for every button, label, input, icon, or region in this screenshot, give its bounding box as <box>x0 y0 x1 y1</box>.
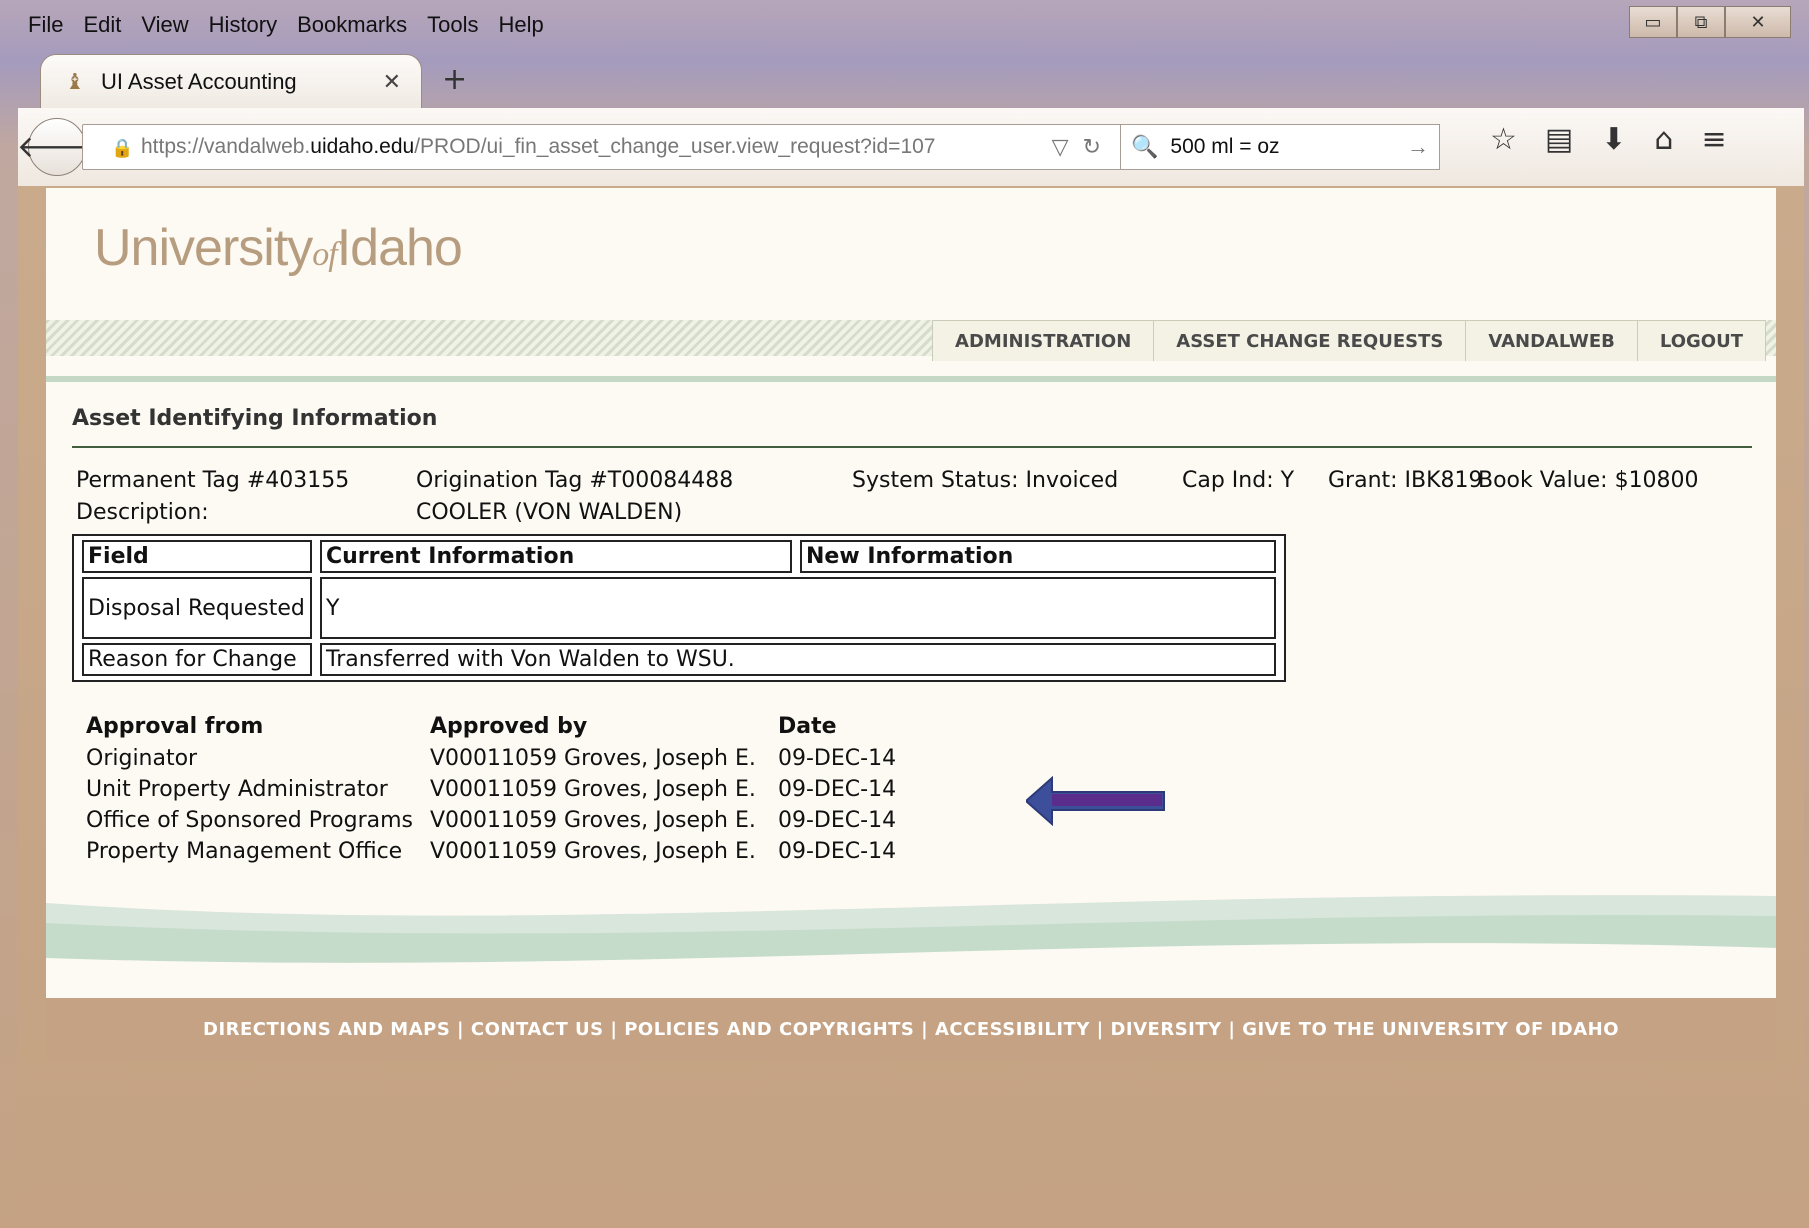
table-header-row: Field Current Information New Informatio… <box>82 540 1276 573</box>
menu-history[interactable]: History <box>199 8 287 44</box>
origination-tag: Origination Tag #T00084488 <box>416 468 734 493</box>
navigation-toolbar: 🡐 🔒 https://vandalweb.uidaho.edu/PROD/ui… <box>17 108 1804 187</box>
favicon-icon: ♝ <box>65 69 85 94</box>
home-icon[interactable]: ⌂ <box>1654 122 1673 157</box>
tab-ui-asset-accounting[interactable]: ♝ UI Asset Accounting ✕ <box>40 54 422 109</box>
header-approved-by: Approved by <box>430 714 588 739</box>
header-rule <box>46 376 1776 382</box>
section-title: Asset Identifying Information <box>72 406 438 431</box>
web-page: UniversityofIdaho ADMINISTRATION ASSET C… <box>46 188 1776 1060</box>
search-input[interactable]: 500 ml = oz <box>1170 135 1279 159</box>
url-text: https://vandalweb.uidaho.edu/PROD/ui_fin… <box>141 135 935 159</box>
toolbar-icons: ☆ ▤ ⬇ ⌂ ≡ <box>1490 122 1727 157</box>
cell-reason: Transferred with Von Walden to WSU. <box>320 643 1276 676</box>
decorative-wave <box>46 895 1776 963</box>
minimize-button[interactable]: ▭ <box>1629 6 1677 38</box>
url-domain: uidaho.edu <box>310 135 415 158</box>
approval-date: 09-DEC-14 <box>778 839 897 864</box>
cap-ind: Cap Ind: Y <box>1182 468 1295 493</box>
menu-view[interactable]: View <box>131 8 198 44</box>
table-row: Reason for Change Transferred with Von W… <box>82 643 1276 676</box>
nav-logout[interactable]: LOGOUT <box>1636 321 1765 361</box>
tab-title: UI Asset Accounting <box>101 69 297 94</box>
nav-asset-change-requests[interactable]: ASSET CHANGE REQUESTS <box>1153 321 1465 361</box>
permanent-tag: Permanent Tag #403155 <box>76 468 350 493</box>
approved-by: V00011059 Groves, Joseph E. <box>430 808 756 833</box>
menu-bookmarks[interactable]: Bookmarks <box>287 8 417 44</box>
back-button[interactable]: 🡐 <box>17 118 97 176</box>
table-row: Originator V00011059 Groves, Joseph E. 0… <box>86 743 896 774</box>
header-current: Current Information <box>320 540 792 573</box>
system-status: System Status: Invoiced <box>852 468 1119 493</box>
search-go-icon[interactable]: → <box>1407 134 1429 160</box>
menu-file[interactable]: File <box>18 8 73 44</box>
approvals-section: Approval from Approved by Date Originato… <box>86 710 896 867</box>
approval-date: 09-DEC-14 <box>778 746 897 771</box>
approval-from: Property Management Office <box>86 839 403 864</box>
approval-date: 09-DEC-14 <box>778 777 897 802</box>
grant: Grant: IBK819 <box>1328 468 1483 493</box>
menu-tools[interactable]: Tools <box>417 8 488 44</box>
url-prefix: https://vandalweb. <box>141 135 311 158</box>
header-field: Field <box>82 540 312 573</box>
lock-icon: 🔒 <box>111 138 134 158</box>
approvals-header-row: Approval from Approved by Date <box>86 710 896 743</box>
new-tab-button[interactable]: + <box>442 62 467 97</box>
approval-from: Originator <box>86 746 198 771</box>
restore-button[interactable]: ⧉ <box>1677 6 1725 38</box>
logo-text-of: of <box>312 236 337 273</box>
reading-list-icon[interactable]: ▤ <box>1545 122 1573 157</box>
bookmark-star-icon[interactable]: ☆ <box>1490 122 1517 157</box>
cell-field: Reason for Change <box>82 643 312 676</box>
table-row: Disposal Requested Y <box>82 577 1276 639</box>
cell-current: Y <box>320 577 1276 639</box>
logo-text-university: University <box>94 219 313 277</box>
window-controls: ▭ ⧉ ✕ <box>1629 6 1791 38</box>
url-path: /PROD/ui_fin_asset_change_user.view_requ… <box>414 135 936 158</box>
logo-text-idaho: Idaho <box>336 219 463 277</box>
approvals-table: Approval from Approved by Date Originato… <box>86 710 896 867</box>
section-divider <box>72 446 1752 448</box>
downloads-icon[interactable]: ⬇ <box>1601 122 1626 157</box>
menu-bar: File Edit View History Bookmarks Tools H… <box>18 8 554 44</box>
approved-by: V00011059 Groves, Joseph E. <box>430 777 756 802</box>
footer-links[interactable]: DIRECTIONS AND MAPS | CONTACT US | POLIC… <box>203 1019 1619 1040</box>
footer: DIRECTIONS AND MAPS | CONTACT US | POLIC… <box>46 998 1776 1060</box>
table-row: Unit Property Administrator V00011059 Gr… <box>86 774 896 805</box>
reload-icon[interactable]: ▽↻ <box>1052 134 1115 160</box>
header-date: Date <box>778 714 837 739</box>
tab-close-icon[interactable]: ✕ <box>383 69 401 95</box>
book-value: Book Value: $10800 <box>1478 468 1699 493</box>
approved-by: V00011059 Groves, Joseph E. <box>430 746 756 771</box>
nav-vandalweb[interactable]: VANDALWEB <box>1465 321 1637 361</box>
header-new: New Information <box>800 540 1276 573</box>
approved-by: V00011059 Groves, Joseph E. <box>430 839 756 864</box>
search-bar[interactable]: 🔍 500 ml = oz → <box>1120 124 1440 170</box>
table-row: Property Management Office V00011059 Gro… <box>86 836 896 867</box>
nav-administration[interactable]: ADMINISTRATION <box>933 321 1153 361</box>
description-label: Description: <box>76 500 209 525</box>
annotation-arrow-icon <box>1026 776 1165 826</box>
header-approval-from: Approval from <box>86 714 264 739</box>
menu-help[interactable]: Help <box>489 8 554 44</box>
close-window-button[interactable]: ✕ <box>1725 6 1791 38</box>
menu-edit[interactable]: Edit <box>73 8 131 44</box>
approval-from: Office of Sponsored Programs <box>86 808 414 833</box>
search-icon: 🔍 <box>1131 134 1159 159</box>
table-row: Office of Sponsored Programs V00011059 G… <box>86 805 896 836</box>
current-value: Y <box>326 595 340 621</box>
url-bar[interactable]: 🔒 https://vandalweb.uidaho.edu/PROD/ui_f… <box>82 124 1128 170</box>
cell-field: Disposal Requested <box>82 577 312 639</box>
hamburger-menu-icon[interactable]: ≡ <box>1701 122 1726 157</box>
approval-date: 09-DEC-14 <box>778 808 897 833</box>
university-logo[interactable]: UniversityofIdaho <box>94 218 463 278</box>
change-table: Field Current Information New Informatio… <box>72 534 1286 682</box>
approval-from: Unit Property Administrator <box>86 777 388 802</box>
site-nav: ADMINISTRATION ASSET CHANGE REQUESTS VAN… <box>932 320 1766 361</box>
description-value: COOLER (VON WALDEN) <box>416 500 683 525</box>
browser-window: File Edit View History Bookmarks Tools H… <box>0 0 1809 1228</box>
